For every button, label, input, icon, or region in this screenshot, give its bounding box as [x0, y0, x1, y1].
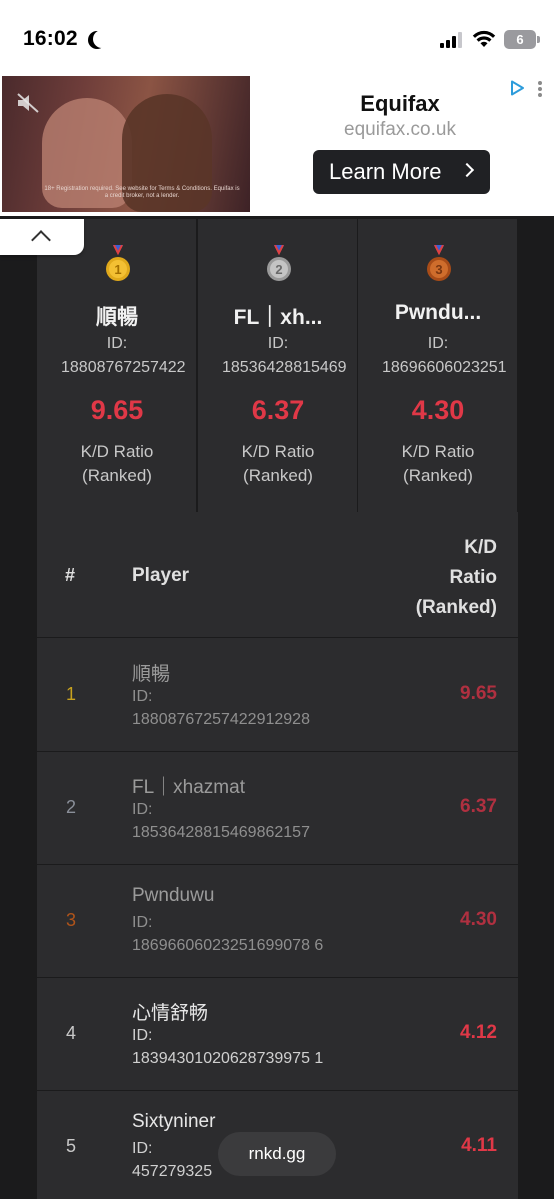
kd-label-line2: (Ranked)	[82, 466, 152, 485]
svg-text:3: 3	[435, 262, 442, 277]
row-rank: 2	[66, 797, 77, 817]
ad-image[interactable]: 18+ Registration required. See website f…	[2, 76, 250, 212]
podium-kd-value: 4.30	[411, 395, 465, 425]
row-id-label: ID:	[132, 1140, 153, 1157]
podium-id-label: ID:	[427, 335, 449, 352]
ad-menu-icon[interactable]	[538, 81, 542, 97]
row-id-label: ID:	[132, 801, 153, 818]
podium-id-label: ID:	[106, 335, 128, 352]
row-id-label: ID:	[132, 688, 153, 705]
browser-url-pill[interactable]: rnkd.gg	[218, 1132, 336, 1176]
row-kd-value: 9.65	[460, 683, 497, 704]
table-row[interactable]: 2 FL｜xhazmat ID: 18536428815469862157 6.…	[37, 752, 518, 865]
row-player-name: FL｜xhazmat	[132, 777, 245, 798]
kd-label-line1: K/D Ratio	[241, 442, 315, 461]
podium-id-value: 18536428815469	[222, 359, 347, 376]
ad-fine-print: 18+ Registration required. See website f…	[44, 186, 240, 199]
mute-icon[interactable]	[16, 92, 42, 114]
kd-header-line2: Ratio	[449, 567, 498, 588]
ad-brand: Equifax	[360, 91, 440, 116]
podium-card-first[interactable]: 1 順暢 ID: 18808767257422 9.65 K/D Ratio (…	[37, 219, 197, 512]
column-header-player[interactable]: Player	[132, 565, 189, 587]
table-row[interactable]: 4 心情舒畅 ID: 18394301020628739975 1 4.12	[37, 978, 518, 1091]
svg-text:2: 2	[275, 262, 282, 277]
app-screen: 16:02 6 18+ Registration required. See w…	[0, 0, 554, 1199]
row-rank: 1	[66, 684, 77, 704]
row-rank: 4	[66, 1023, 77, 1043]
row-id-value: 18394301020628739975 1	[132, 1050, 324, 1067]
row-rank: 3	[66, 910, 77, 930]
kd-header-line3: (Ranked)	[415, 597, 497, 618]
podium-top-three: 1 順暢 ID: 18808767257422 9.65 K/D Ratio (…	[37, 219, 518, 512]
row-kd-value: 4.30	[460, 909, 497, 930]
moon-icon	[93, 30, 111, 48]
chevron-right-icon	[459, 162, 475, 178]
kd-label-line1: K/D Ratio	[401, 442, 475, 461]
chevron-up-icon	[31, 230, 51, 250]
podium-card-third[interactable]: 3 Pwndu... ID: 18696606023251 4.30 K/D R…	[358, 219, 518, 512]
row-player-name: Pwnduwu	[132, 885, 215, 906]
learn-more-label: Learn More	[329, 159, 442, 184]
column-header-kd[interactable]: K/D Ratio (Ranked)	[377, 533, 497, 623]
row-kd-value: 4.12	[460, 1022, 497, 1043]
signal-icon	[440, 32, 464, 48]
row-id-label: ID:	[132, 914, 153, 931]
gold-medal-icon: 1	[106, 245, 130, 281]
kd-label-line2: (Ranked)	[243, 466, 313, 485]
row-player-name: Sixtyniner	[132, 1111, 216, 1132]
table-header: # Player K/D Ratio (Ranked)	[37, 512, 518, 638]
leaderboard-table: # Player K/D Ratio (Ranked) 1 順暢 ID: 188…	[37, 512, 518, 1199]
wifi-icon	[472, 30, 496, 47]
podium-kd-label: K/D Ratio (Ranked)	[198, 440, 357, 488]
column-header-rank[interactable]: #	[65, 565, 75, 586]
podium-id-value: 18696606023251	[382, 359, 507, 376]
status-time: 16:02	[23, 27, 78, 50]
row-player-name: 心情舒畅	[132, 1003, 209, 1024]
ad-banner[interactable]: 18+ Registration required. See website f…	[0, 76, 554, 216]
bronze-medal-icon: 3	[427, 245, 451, 281]
row-id-value: 18696606023251699078 6	[132, 937, 324, 954]
podium-id-value: 18808767257422	[61, 359, 186, 376]
podium-player-name: FL｜xh...	[233, 306, 323, 329]
adchoices-icon[interactable]	[509, 80, 525, 96]
kd-label-line2: (Ranked)	[403, 466, 473, 485]
podium-kd-label: K/D Ratio (Ranked)	[37, 440, 196, 488]
row-id-value: 457279325	[132, 1163, 213, 1180]
row-id-value: 18536428815469862157	[132, 824, 310, 841]
svg-text:1: 1	[114, 262, 121, 277]
row-kd-value: 6.37	[460, 796, 497, 817]
battery-cap	[537, 36, 540, 43]
ad-collapse-button[interactable]	[0, 219, 84, 255]
battery-icon: 6	[504, 30, 536, 49]
podium-kd-label: K/D Ratio (Ranked)	[358, 440, 517, 488]
learn-more-button[interactable]: Learn More	[313, 150, 490, 194]
podium-kd-value: 6.37	[251, 395, 305, 425]
podium-player-name: 順暢	[96, 306, 138, 329]
kd-label-line1: K/D Ratio	[80, 442, 154, 461]
silver-medal-icon: 2	[267, 245, 291, 281]
ad-domain: equifax.co.uk	[344, 119, 456, 140]
podium-player-name: Pwndu...	[394, 301, 482, 324]
table-row[interactable]: 1 順暢 ID: 18808767257422912928 9.65	[37, 639, 518, 752]
podium-kd-value: 9.65	[90, 395, 144, 425]
row-id-label: ID:	[132, 1027, 153, 1044]
podium-card-second[interactable]: 2 FL｜xh... ID: 18536428815469 6.37 K/D R…	[198, 219, 358, 512]
table-row[interactable]: 3 Pwnduwu ID: 18696606023251699078 6 4.3…	[37, 865, 518, 978]
row-rank: 5	[66, 1136, 77, 1156]
url-domain: rnkd.gg	[248, 1144, 306, 1163]
row-kd-value: 4.11	[461, 1135, 497, 1156]
status-bar: 16:02 6	[0, 0, 554, 76]
row-player-name: 順暢	[132, 664, 171, 685]
battery-level: 6	[516, 32, 524, 47]
podium-id-label: ID:	[267, 335, 289, 352]
kd-header-line1: K/D	[464, 537, 497, 558]
row-id-value: 18808767257422912928	[132, 711, 310, 728]
